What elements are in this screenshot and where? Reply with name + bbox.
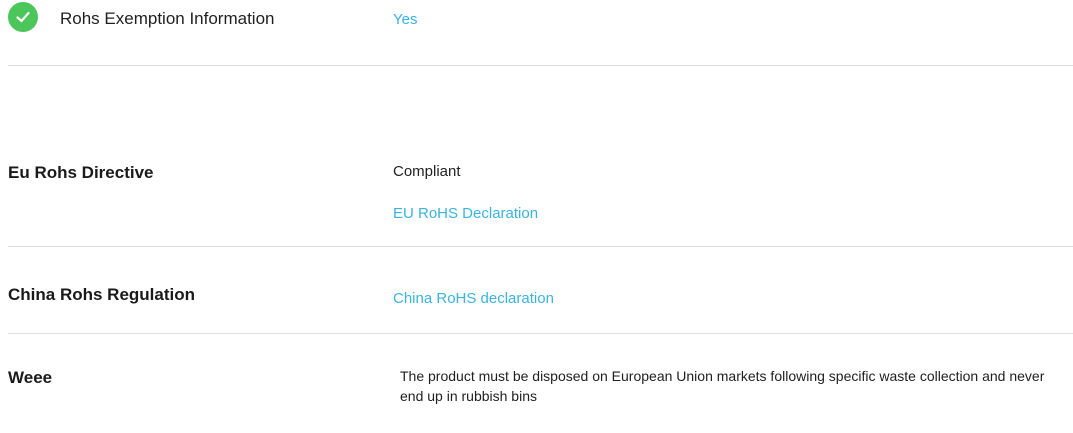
rohs-exemption-value-link[interactable]: Yes — [393, 11, 417, 28]
divider — [8, 246, 1073, 247]
weee-description: The product must be disposed on European… — [400, 368, 1045, 404]
china-rohs-regulation-label: China Rohs Regulation — [8, 285, 195, 304]
rohs-exemption-label: Rohs Exemption Information — [60, 9, 275, 28]
check-circle-icon — [8, 2, 38, 32]
eu-rohs-declaration-link[interactable]: EU RoHS Declaration — [393, 205, 538, 222]
eu-rohs-directive-label: Eu Rohs Directive — [8, 163, 154, 182]
china-rohs-declaration-link[interactable]: China RoHS declaration — [393, 290, 554, 307]
weee-label: Weee — [8, 368, 53, 387]
divider — [8, 65, 1073, 66]
eu-rohs-status: Compliant — [393, 163, 461, 180]
divider — [8, 333, 1073, 334]
